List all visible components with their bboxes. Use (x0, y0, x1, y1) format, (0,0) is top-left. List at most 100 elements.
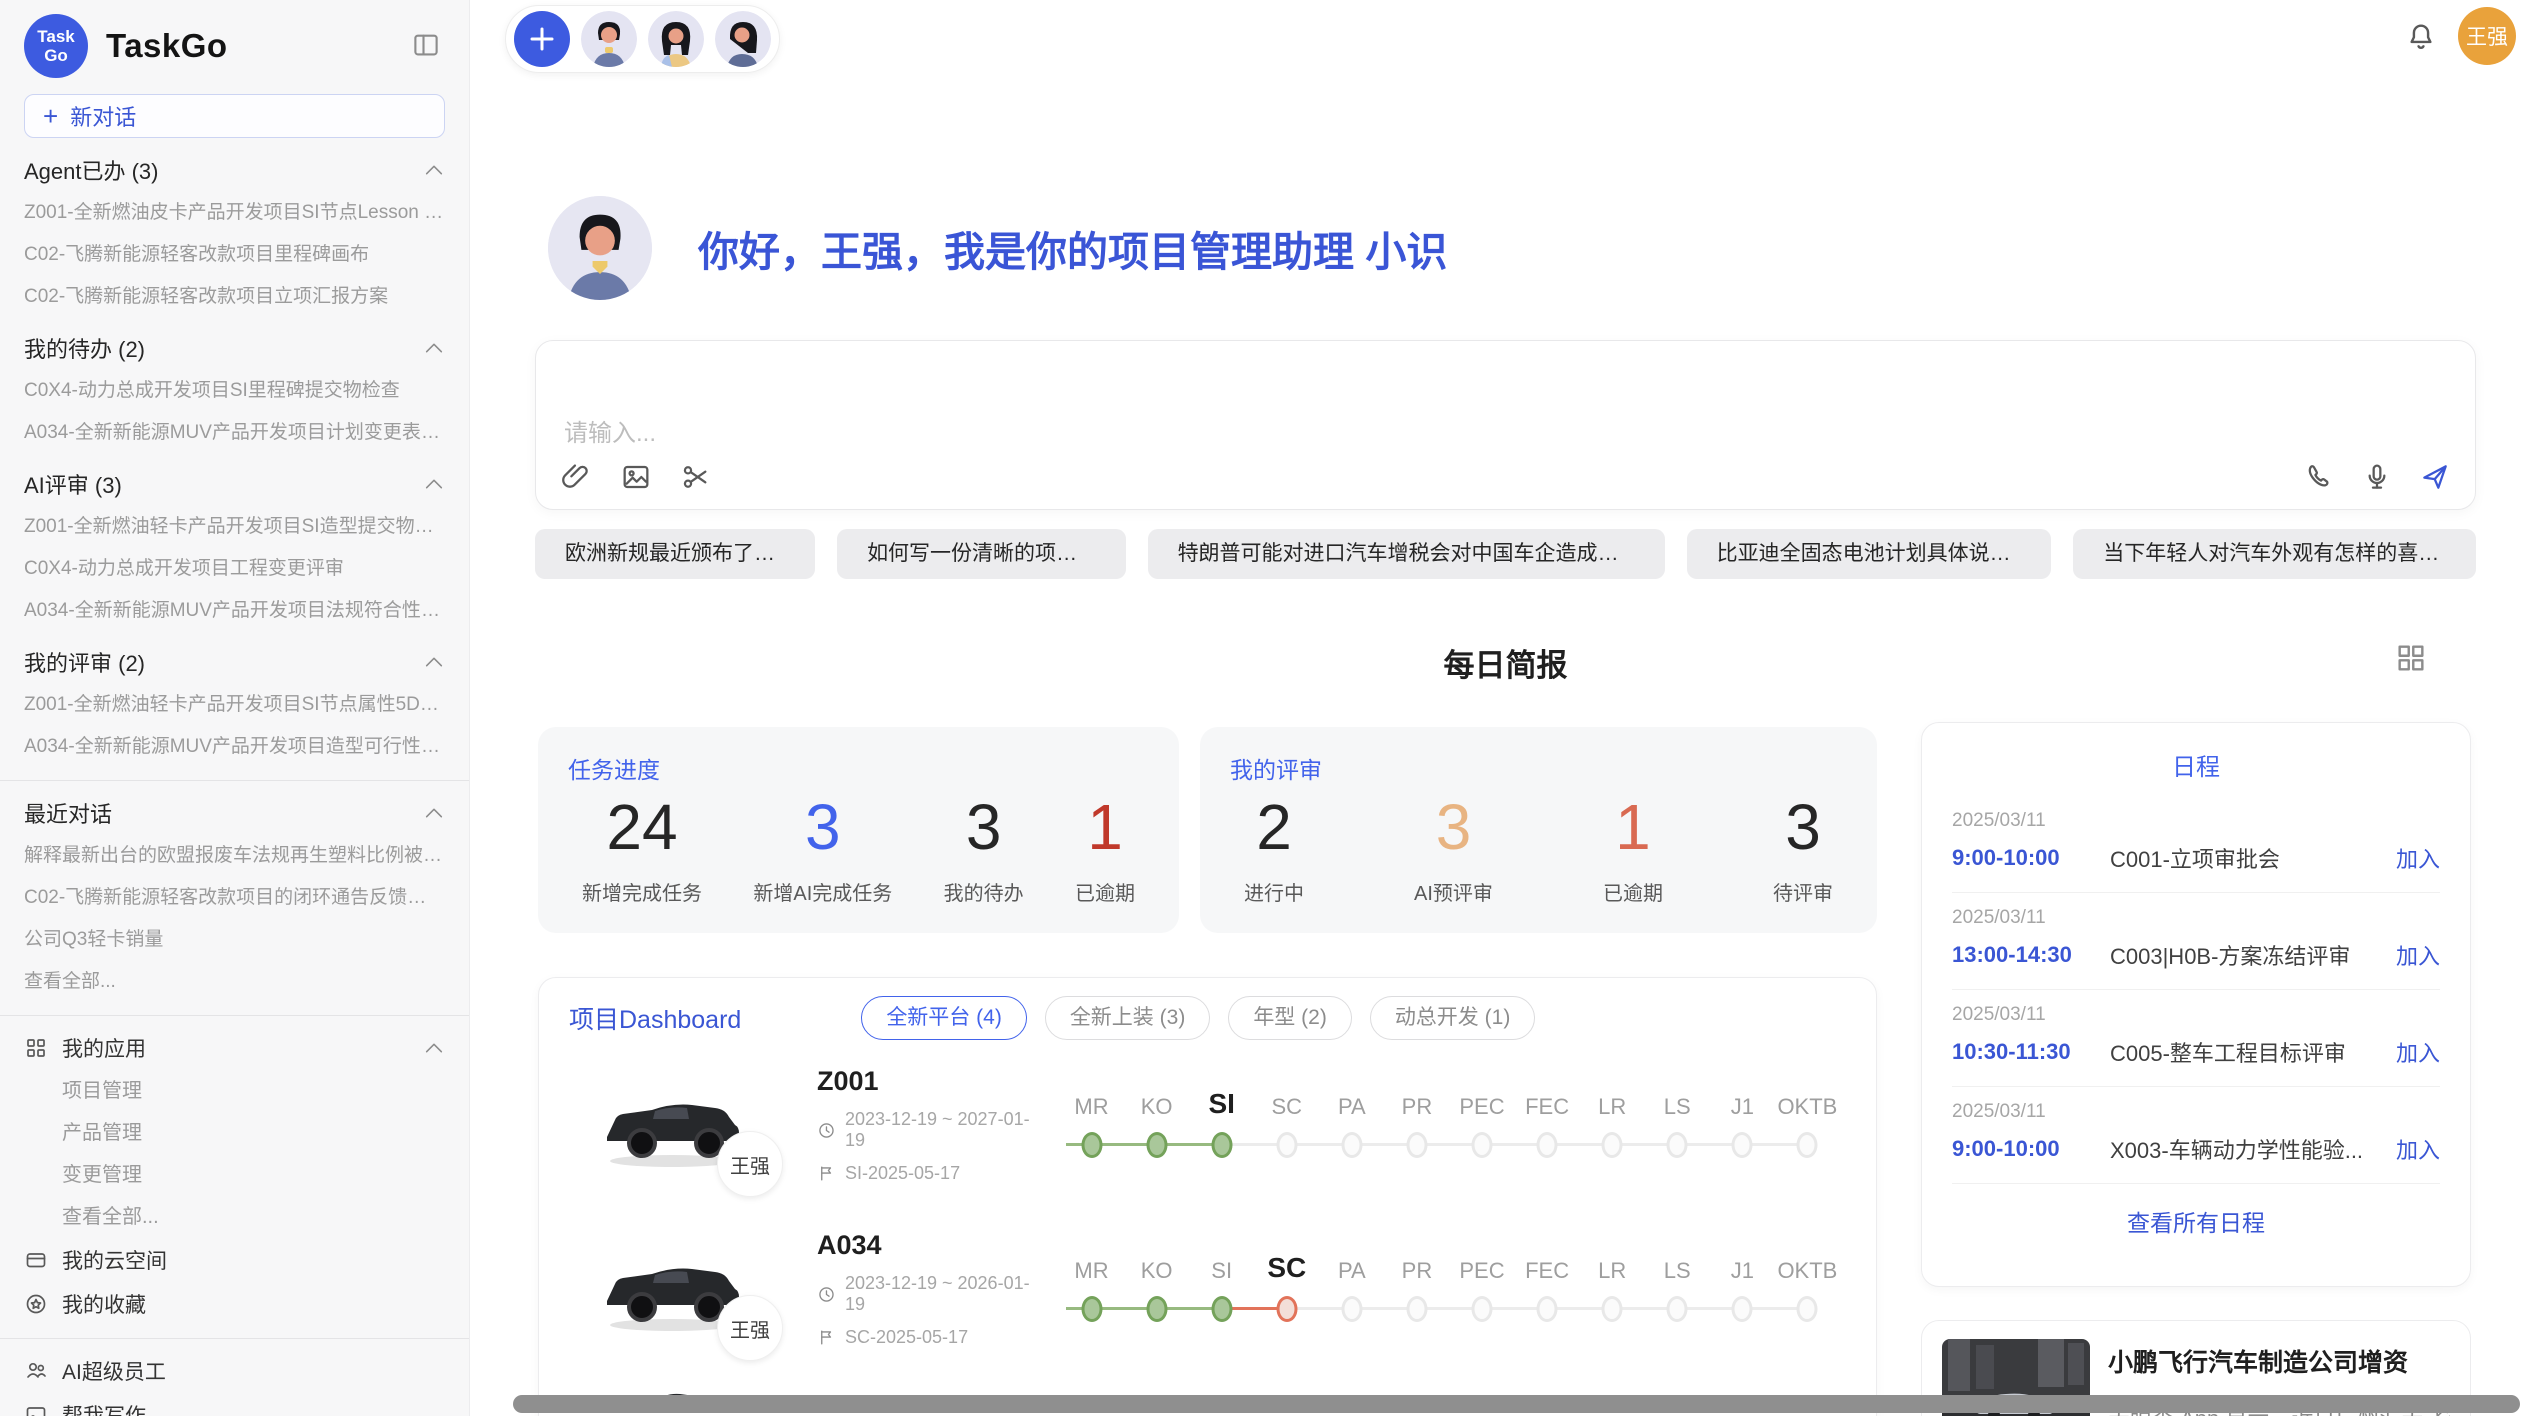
schedule-view-all[interactable]: 查看所有日程 (1952, 1204, 2440, 1238)
add-agent-button[interactable] (514, 11, 570, 67)
nav-ai-super-staff[interactable]: AI超级员工 (24, 1349, 445, 1393)
notification-bell-icon[interactable] (2404, 20, 2438, 54)
nav-help-write[interactable]: 帮我写作 (24, 1393, 445, 1416)
sidebar-item[interactable]: Z001-全新燃油轻卡产品开发项目SI节点属性5D文件评审 (24, 684, 445, 726)
suggestion-chip[interactable]: 如何写一份清晰的项目周报 (837, 529, 1126, 579)
milestone-LR: LR (1580, 1080, 1645, 1170)
new-chat-button[interactable]: + 新对话 (24, 94, 445, 138)
recent-conversation-item[interactable]: 解释最新出台的欧盟报废车法规再生塑料比例被调至15%... (24, 835, 445, 877)
stat: 3我的待办 (944, 791, 1024, 906)
stat-value: 24 (606, 791, 677, 863)
milestone-dot-MR (1081, 1296, 1102, 1322)
sidebar-item[interactable]: C02-飞腾新能源轻客改款项目立项汇报方案 (24, 276, 445, 318)
dashboard-filter-pill[interactable]: 全新上装 (3) (1045, 996, 1211, 1040)
project-milestone-note: SI-2025-05-17 (817, 1163, 1049, 1184)
schedule-join-link[interactable]: 加入 (2396, 1036, 2440, 1068)
dashboard-title: 项目Dashboard (569, 1000, 741, 1036)
milestone-dot-PEC (1472, 1132, 1493, 1158)
scissors-icon[interactable] (680, 461, 712, 493)
schedule-join-link[interactable]: 加入 (2396, 939, 2440, 971)
project-info: A0342023-12-19 ~ 2026-01-19SC-2025-05-17 (817, 1230, 1049, 1348)
sidebar-item[interactable]: Z001-全新燃油轻卡产品开发项目SI造型提交物评审 (24, 506, 445, 548)
image-icon[interactable] (620, 461, 652, 493)
milestone-PA: PA (1319, 1244, 1384, 1334)
group-title-recent[interactable]: 最近对话 (24, 791, 445, 835)
my-apps-label: 我的应用 (62, 1033, 146, 1063)
group-title-ai-review[interactable]: AI评审 (3) (24, 462, 445, 506)
sidebar-item[interactable]: C0X4-动力总成开发项目SI里程碑提交物检查 (24, 370, 445, 412)
dashboard-filter-pill[interactable]: 动总开发 (1) (1370, 996, 1536, 1040)
send-icon[interactable] (2419, 461, 2451, 493)
microphone-icon[interactable] (2361, 461, 2393, 493)
group-title-my-review[interactable]: 我的评审 (2) (24, 640, 445, 684)
sidebar-item[interactable]: A034-全新新能源MUV产品开发项目造型可行性评审 (24, 726, 445, 768)
sidebar-item[interactable]: A034-全新新能源MUV产品开发项目法规符合性评审 (24, 590, 445, 632)
app-sub-item[interactable]: 产品管理 (24, 1112, 445, 1154)
project-row[interactable]: 王强 A0342023-12-19 ~ 2026-01-19SC-2025-05-… (569, 1210, 1846, 1368)
schedule-event-title: X003-车辆动力学性能验... (2110, 1133, 2382, 1165)
layout-grid-icon[interactable] (2394, 641, 2428, 675)
schedule-join-link[interactable]: 加入 (2396, 842, 2440, 874)
dashboard-filter-pill[interactable]: 年型 (2) (1228, 996, 1352, 1040)
milestone-dot-OKTB (1797, 1296, 1818, 1322)
new-chat-label: 新对话 (70, 100, 136, 132)
nav-my-apps[interactable]: 我的应用 (24, 1026, 445, 1070)
project-owner-badge: 王强 (717, 1295, 783, 1361)
project-name: A034 (817, 1230, 1049, 1261)
milestone-dot-FEC (1537, 1132, 1558, 1158)
input-tools-right (2303, 461, 2451, 493)
group-title-agent-done[interactable]: Agent已办 (3) (24, 148, 445, 192)
schedule-event-title: C005-整车工程目标评审 (2110, 1036, 2382, 1068)
nav-cloud-space[interactable]: 我的云空间 (24, 1238, 445, 1282)
briefing-title: 每日简报 (535, 640, 2476, 685)
sidebar-item[interactable]: C02-飞腾新能源轻客改款项目里程碑画布 (24, 234, 445, 276)
dashboard-filter-pill[interactable]: 全新平台 (4) (861, 996, 1027, 1040)
agent-avatar-3[interactable] (715, 11, 771, 67)
project-row[interactable]: 王强Z0012023-12-19 ~ 2027-01-19SI-2025-05-… (569, 1046, 1846, 1204)
schedule-join-link[interactable]: 加入 (2396, 1133, 2440, 1165)
cloud-space-icon (24, 1248, 48, 1272)
taskgo-app: Task Go TaskGo + 新对话 Agent已办 (3) Z001-全新… (0, 0, 2532, 1416)
sidebar-item[interactable]: C0X4-动力总成开发项目工程变更评审 (24, 548, 445, 590)
suggestion-chip[interactable]: 比亚迪全固态电池计划具体说了什么 (1687, 529, 2052, 579)
suggestion-chip[interactable]: 特朗普可能对进口汽车增税会对中国车企造成哪些影响 (1148, 529, 1665, 579)
milestone-timeline: MRKOSISCPAPRPECFECLRLSJ1OKTB (1059, 1080, 1840, 1170)
people-icon (24, 1359, 48, 1383)
agent-avatar-1[interactable] (581, 11, 637, 67)
app-sub-item[interactable]: 变更管理 (24, 1154, 445, 1196)
phone-call-icon[interactable] (2303, 461, 2335, 493)
suggestion-chip[interactable]: 欧洲新规最近颁布了什么? (535, 529, 815, 579)
milestone-PEC: PEC (1449, 1080, 1514, 1170)
stat: 1已逾期 (1603, 791, 1663, 906)
schedule-item: 2025/03/1110:30-11:30C005-整车工程目标评审加入 (1952, 990, 2440, 1087)
sidebar-collapse-icon[interactable] (411, 30, 441, 60)
schedule-event-title: C003|H0B-方案冻结评审 (2110, 939, 2382, 971)
sidebar-item[interactable]: A034-全新新能源MUV产品开发项目计划变更表编写 (24, 412, 445, 454)
stat-label: 待评审 (1773, 877, 1833, 906)
milestone-dot-PR (1406, 1132, 1427, 1158)
group-title-my-todo[interactable]: 我的待办 (2) (24, 326, 445, 370)
user-avatar[interactable]: 王强 (2458, 7, 2516, 65)
recent-view-all[interactable]: 查看全部... (24, 961, 445, 1003)
app-sub-item[interactable]: 查看全部... (24, 1196, 445, 1238)
horizontal-scrollbar[interactable] (513, 1395, 2520, 1413)
sidebar-item[interactable]: Z001-全新燃油皮卡产品开发项目SI节点Lesson Learn报告 (24, 192, 445, 234)
recent-conversation-item[interactable]: C02-飞腾新能源轻客改款项目的闭环通告反馈情况 (24, 877, 445, 919)
nav-favorites[interactable]: 我的收藏 (24, 1282, 445, 1326)
sidebar: Task Go TaskGo + 新对话 Agent已办 (3) Z001-全新… (0, 0, 470, 1416)
app-sub-item[interactable]: 项目管理 (24, 1070, 445, 1112)
recent-conversation-item[interactable]: 公司Q3轻卡销量 (24, 919, 445, 961)
schedule-time: 10:30-11:30 (1952, 1039, 2110, 1065)
suggestion-chip[interactable]: 当下年轻人对汽车外观有怎样的喜好趋势 (2073, 529, 2476, 579)
milestone-dot-J1 (1732, 1296, 1753, 1322)
attachment-icon[interactable] (560, 461, 592, 493)
milestone-dot-LR (1602, 1132, 1623, 1158)
logo-line1: Task (37, 27, 75, 46)
schedule-item: 2025/03/119:00-10:00C001-立项审批会加入 (1952, 796, 2440, 893)
help-write-label: 帮我写作 (62, 1400, 146, 1416)
milestone-dot-SI (1211, 1132, 1232, 1158)
schedule-date: 2025/03/11 (1952, 810, 2440, 832)
chat-input[interactable]: 请输入... (535, 340, 2476, 510)
input-tools-left (560, 461, 712, 493)
agent-avatar-2[interactable] (648, 11, 704, 67)
